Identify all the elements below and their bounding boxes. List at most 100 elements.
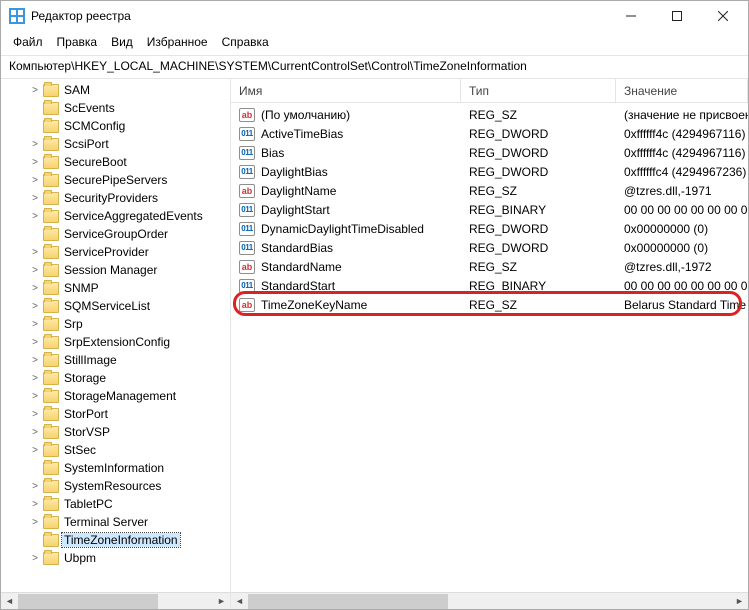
chevron-icon[interactable]: > xyxy=(29,211,41,222)
maximize-button[interactable] xyxy=(654,1,700,31)
col-value[interactable]: Значение xyxy=(616,79,748,102)
value-row[interactable]: 011BiasREG_DWORD0xffffff4c (4294967116) xyxy=(231,143,748,162)
tree-item[interactable]: >Storage xyxy=(1,369,230,387)
tree-item[interactable]: >Ubpm xyxy=(1,549,230,567)
title-bar: Редактор реестра xyxy=(1,1,748,31)
chevron-icon[interactable]: > xyxy=(29,175,41,186)
address-bar[interactable]: Компьютер\HKEY_LOCAL_MACHINE\SYSTEM\Curr… xyxy=(1,55,748,79)
tree-item-label: StorVSP xyxy=(62,425,112,439)
details-h-scrollbar[interactable]: ◄ ► xyxy=(231,592,748,609)
tree-item[interactable]: > ServiceAggregatedEvents xyxy=(1,207,230,225)
tree-item-label: ServiceAggregatedEvents xyxy=(62,209,205,223)
chevron-icon[interactable]: > xyxy=(29,373,41,384)
tree-item[interactable]: >StorageManagement xyxy=(1,387,230,405)
binary-icon: 011 xyxy=(239,279,255,293)
tree-h-scrollbar[interactable]: ◄ ► xyxy=(1,592,230,609)
tree-item[interactable]: ScEvents xyxy=(1,99,230,117)
chevron-icon[interactable]: > xyxy=(29,265,41,276)
value-name: DaylightBias xyxy=(261,165,328,179)
tree-item-label: ServiceProvider xyxy=(62,245,151,259)
tree-item[interactable]: > ServiceProvider xyxy=(1,243,230,261)
col-type[interactable]: Тип xyxy=(461,79,616,102)
tree-item[interactable]: >SAM xyxy=(1,81,230,99)
menu-view[interactable]: Вид xyxy=(105,33,139,51)
value-data: Belarus Standard Time xyxy=(616,298,748,312)
chevron-icon[interactable]: > xyxy=(29,553,41,564)
value-row[interactable]: abDaylightNameREG_SZ@tzres.dll,-1971 xyxy=(231,181,748,200)
chevron-icon[interactable]: > xyxy=(29,301,41,312)
tree-item[interactable]: TimeZoneInformation xyxy=(1,531,230,549)
chevron-icon[interactable]: > xyxy=(29,247,41,258)
tree-item[interactable]: >StSec xyxy=(1,441,230,459)
chevron-icon[interactable]: > xyxy=(29,355,41,366)
tree-item[interactable]: >SQMServiceList xyxy=(1,297,230,315)
tree-pane: >SAMScEventsSCMConfig > ScsiPort > SecureBoo… xyxy=(1,79,231,609)
tree-item-label: Terminal Server xyxy=(62,515,150,529)
scroll-left-icon[interactable]: ◄ xyxy=(231,593,248,610)
menu-help[interactable]: Справка xyxy=(216,33,275,51)
tree-item[interactable]: ServiceGroupOrder xyxy=(1,225,230,243)
folder-icon xyxy=(43,84,59,97)
chevron-icon[interactable]: > xyxy=(29,85,41,96)
value-row[interactable]: 011DaylightStartREG_BINARY00 00 00 00 00… xyxy=(231,200,748,219)
menu-favorites[interactable]: Избранное xyxy=(141,33,214,51)
value-list[interactable]: ab(По умолчанию)REG_SZ(значение не присв… xyxy=(231,103,748,592)
value-row[interactable]: 011DynamicDaylightTimeDisabledREG_DWORD0… xyxy=(231,219,748,238)
value-row[interactable]: abStandardNameREG_SZ@tzres.dll,-1972 xyxy=(231,257,748,276)
chevron-icon[interactable]: > xyxy=(29,319,41,330)
value-row[interactable]: 011DaylightBiasREG_DWORD0xffffffc4 (4294… xyxy=(231,162,748,181)
chevron-icon[interactable]: > xyxy=(29,337,41,348)
menu-edit[interactable]: Правка xyxy=(51,33,104,51)
tree-item[interactable]: >StorPort xyxy=(1,405,230,423)
menu-file[interactable]: Файл xyxy=(7,33,49,51)
tree-item[interactable]: >Session Manager xyxy=(1,261,230,279)
tree-item[interactable]: SCMConfig xyxy=(1,117,230,135)
close-button[interactable] xyxy=(700,1,746,31)
col-name[interactable]: Имя xyxy=(231,79,461,102)
tree-item[interactable]: >TabletPC xyxy=(1,495,230,513)
value-name: ActiveTimeBias xyxy=(261,127,343,141)
tree-item[interactable]: >SrpExtensionConfig xyxy=(1,333,230,351)
scroll-right-icon[interactable]: ► xyxy=(213,593,230,610)
chevron-icon[interactable]: > xyxy=(29,157,41,168)
value-row[interactable]: 011StandardBiasREG_DWORD0x00000000 (0) xyxy=(231,238,748,257)
chevron-icon[interactable]: > xyxy=(29,409,41,420)
chevron-icon[interactable]: > xyxy=(29,499,41,510)
value-row[interactable]: 011ActiveTimeBiasREG_DWORD0xffffff4c (42… xyxy=(231,124,748,143)
chevron-icon[interactable]: > xyxy=(29,193,41,204)
chevron-icon[interactable]: > xyxy=(29,445,41,456)
tree-item[interactable]: > SecureBoot xyxy=(1,153,230,171)
tree-body[interactable]: >SAMScEventsSCMConfig > ScsiPort > SecureBoo… xyxy=(1,79,230,592)
chevron-icon[interactable]: > xyxy=(29,283,41,294)
tree-item[interactable]: >SecurePipeServers xyxy=(1,171,230,189)
chevron-icon[interactable]: > xyxy=(29,427,41,438)
tree-item[interactable]: >SystemResources xyxy=(1,477,230,495)
value-row[interactable]: 011StandardStartREG_BINARY00 00 00 00 00… xyxy=(231,276,748,295)
value-type: REG_DWORD xyxy=(461,222,616,236)
tree-item[interactable]: > StorVSP xyxy=(1,423,230,441)
tree-item[interactable]: >SecurityProviders xyxy=(1,189,230,207)
scroll-thumb[interactable] xyxy=(248,594,448,609)
main-split: >SAMScEventsSCMConfig > ScsiPort > SecureBoo… xyxy=(1,79,748,609)
tree-item-label: SecureBoot xyxy=(62,155,129,169)
tree-item[interactable]: >StillImage xyxy=(1,351,230,369)
chevron-icon[interactable]: > xyxy=(29,391,41,402)
value-row[interactable]: ab(По умолчанию)REG_SZ(значение не присв… xyxy=(231,105,748,124)
tree-item[interactable]: >Srp xyxy=(1,315,230,333)
tree-item[interactable]: >SNMP xyxy=(1,279,230,297)
scroll-right-icon[interactable]: ► xyxy=(731,593,748,610)
tree-item[interactable]: > ScsiPort xyxy=(1,135,230,153)
folder-icon xyxy=(43,354,59,367)
scroll-thumb[interactable] xyxy=(18,594,158,609)
chevron-icon[interactable]: > xyxy=(29,139,41,150)
binary-icon: 011 xyxy=(239,127,255,141)
tree-item-label: ScsiPort xyxy=(62,137,111,151)
scroll-left-icon[interactable]: ◄ xyxy=(1,593,18,610)
chevron-icon[interactable]: > xyxy=(29,517,41,528)
tree-item[interactable]: > Terminal Server xyxy=(1,513,230,531)
minimize-button[interactable] xyxy=(608,1,654,31)
tree-item[interactable]: SystemInformation xyxy=(1,459,230,477)
chevron-icon[interactable]: > xyxy=(29,481,41,492)
window-title: Редактор реестра xyxy=(31,9,608,23)
value-row[interactable]: abTimeZoneKeyNameREG_SZBelarus Standard … xyxy=(231,295,748,314)
